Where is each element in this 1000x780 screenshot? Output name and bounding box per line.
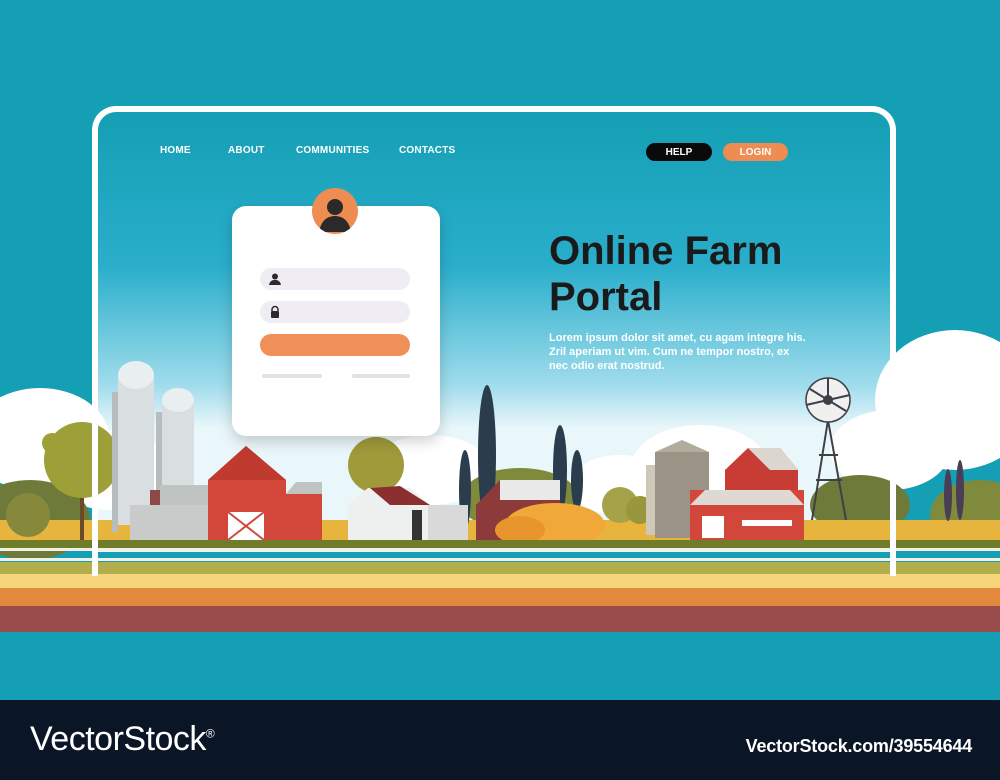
username-field[interactable]	[260, 268, 410, 290]
ground-yellow-stripe	[0, 574, 1000, 588]
lock-icon	[271, 305, 279, 318]
help-button[interactable]: HELP	[646, 143, 712, 161]
ground-red-stripe	[0, 606, 1000, 632]
vectorstock-logo: VectorStock®	[30, 720, 215, 759]
nav-home[interactable]: HOME	[160, 145, 191, 156]
nav-communities[interactable]: COMMUNITIES	[296, 145, 369, 156]
help-button-label: HELP	[665, 146, 693, 158]
page-title: Online Farm Portal	[549, 229, 783, 319]
user-icon	[269, 273, 281, 285]
vectorstock-brand: VectorStock	[30, 720, 206, 758]
forgot-password-link[interactable]	[262, 374, 322, 378]
login-button[interactable]: LOGIN	[723, 143, 788, 161]
password-field[interactable]	[260, 301, 410, 323]
nav-contacts[interactable]: CONTACTS	[399, 145, 455, 156]
login-submit-button[interactable]	[260, 334, 410, 356]
hero-description: Lorem ipsum dolor sit amet, cu agam inte…	[549, 332, 806, 372]
stage: HOME ABOUT COMMUNITIES CONTACTS HELP LOG…	[0, 0, 1000, 780]
nav-about[interactable]: ABOUT	[228, 145, 265, 156]
image-id: VectorStock.com/39554644	[745, 736, 973, 756]
registered-mark: ®	[205, 726, 215, 741]
login-button-label: LOGIN	[739, 146, 772, 158]
user-icon	[312, 188, 358, 234]
sign-up-link[interactable]	[352, 374, 410, 378]
ground-orange-stripe	[0, 588, 1000, 606]
